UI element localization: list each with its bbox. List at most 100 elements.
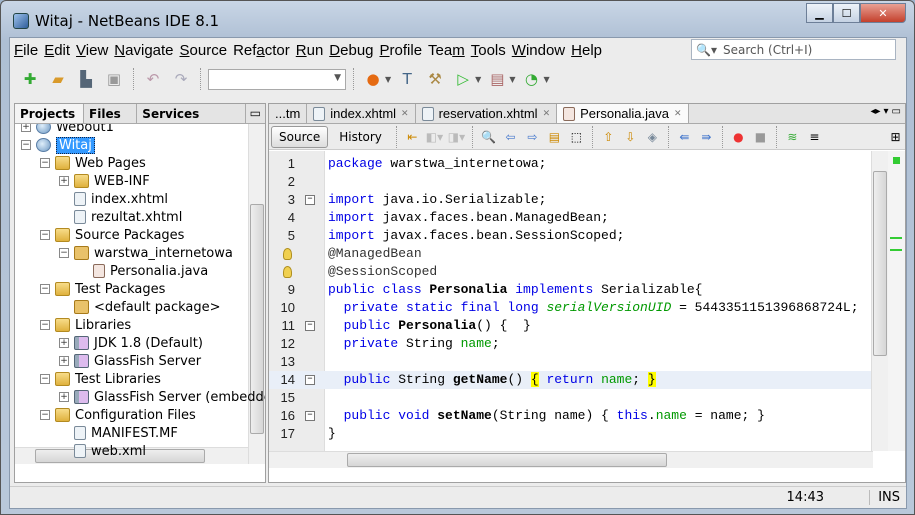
open-project-icon[interactable]: ▙ bbox=[74, 67, 98, 91]
code-line[interactable]: 9 public class Personalia implements Seri… bbox=[269, 281, 873, 299]
menu-debug[interactable]: Debug bbox=[329, 42, 373, 59]
collapse-icon[interactable]: − bbox=[21, 140, 31, 150]
tree-item[interactable]: + GlassFish Server (embedded) bbox=[59, 388, 265, 406]
build-icon[interactable]: T bbox=[395, 67, 419, 91]
fold-icon[interactable]: − bbox=[305, 375, 315, 385]
comment-icon[interactable]: ≋ bbox=[783, 128, 802, 146]
minimize-button[interactable]: ▁ bbox=[806, 3, 833, 23]
code-line[interactable]: 15 bbox=[269, 389, 873, 407]
code-line[interactable]: 11− public Personalia() { } bbox=[269, 317, 873, 335]
debug-icon[interactable]: ▤ bbox=[485, 67, 509, 91]
tree-item[interactable]: − Configuration Files bbox=[40, 406, 196, 424]
code-line[interactable]: 2 bbox=[269, 173, 873, 191]
run-icon[interactable]: ▷ bbox=[451, 67, 475, 91]
tab-files[interactable]: Files bbox=[84, 104, 138, 123]
tree-item[interactable]: + WEB-INF bbox=[59, 172, 150, 190]
tree-item[interactable]: − Source Packages bbox=[40, 226, 184, 244]
menu-file[interactable]: File bbox=[14, 42, 38, 59]
hint-bulb-icon[interactable] bbox=[283, 266, 292, 278]
code-line[interactable]: @ManagedBean bbox=[269, 245, 873, 263]
collapse-icon[interactable]: − bbox=[40, 320, 50, 330]
code-line[interactable]: 5 import javax.faces.bean.SessionScoped; bbox=[269, 227, 873, 245]
tree-item[interactable]: − Libraries bbox=[40, 316, 131, 334]
menu-edit[interactable]: Edit bbox=[44, 42, 70, 59]
menu-source[interactable]: Source bbox=[180, 42, 228, 59]
tree-item[interactable]: <default package> bbox=[59, 298, 221, 316]
tree-item[interactable]: MANIFEST.MF bbox=[59, 424, 178, 442]
editor-tab[interactable]: ...tm bbox=[269, 104, 308, 123]
browser-icon[interactable]: ● bbox=[361, 67, 385, 91]
start-macro-icon[interactable]: ● bbox=[729, 128, 748, 146]
tree-item[interactable]: − Witaj bbox=[21, 136, 95, 154]
tree-item[interactable]: web.xml bbox=[59, 442, 146, 460]
find-previous-icon[interactable]: ⇦ bbox=[501, 128, 520, 146]
expand-icon[interactable]: + bbox=[59, 176, 69, 186]
search-input[interactable]: 🔍▾ Search (Ctrl+I) bbox=[691, 39, 896, 60]
code-line[interactable]: 16− public void setName(String name) { t… bbox=[269, 407, 873, 425]
undo-icon[interactable]: ↶ bbox=[141, 67, 165, 91]
editor-tab[interactable]: index.xhtml ✕ bbox=[307, 104, 416, 123]
editor-tab[interactable]: Personalia.java ✕ bbox=[557, 104, 689, 123]
editor-tab[interactable]: reservation.xhtml ✕ bbox=[416, 104, 558, 123]
editor-horizontal-scrollbar[interactable] bbox=[269, 451, 873, 468]
uncomment-icon[interactable]: ≡ bbox=[805, 128, 824, 146]
tree-item[interactable]: Personalia.java bbox=[78, 262, 208, 280]
tree-item[interactable]: + JDK 1.8 (Default) bbox=[59, 334, 203, 352]
editor-vertical-scrollbar[interactable] bbox=[871, 151, 888, 451]
menu-run[interactable]: Run bbox=[296, 42, 324, 59]
code-editor[interactable]: 1 package warstwa_internetowa; 2 3− import j… bbox=[269, 151, 873, 451]
back-icon[interactable]: ◧▾ bbox=[425, 128, 444, 146]
close-tab-icon[interactable]: ✕ bbox=[401, 108, 409, 119]
expand-icon[interactable]: + bbox=[59, 338, 69, 348]
tree-item[interactable]: − Test Libraries bbox=[40, 370, 161, 388]
code-line[interactable]: 1 package warstwa_internetowa; bbox=[269, 155, 873, 173]
toggle-highlight-icon[interactable]: ▤ bbox=[545, 128, 564, 146]
collapse-icon[interactable]: − bbox=[40, 158, 50, 168]
menu-tools[interactable]: Tools bbox=[471, 42, 506, 59]
collapse-icon[interactable]: − bbox=[40, 374, 50, 384]
expand-icon[interactable]: + bbox=[21, 124, 31, 132]
menu-navigate[interactable]: Navigate bbox=[114, 42, 173, 59]
tab-source[interactable]: Source bbox=[271, 125, 329, 148]
menu-help[interactable]: Help bbox=[571, 42, 602, 59]
tab-projects[interactable]: Projects ✕ bbox=[15, 104, 85, 135]
forward-icon[interactable]: ◨▾ bbox=[447, 128, 466, 146]
rectangular-selection-icon[interactable]: ⬚ bbox=[567, 128, 586, 146]
collapse-icon[interactable]: − bbox=[40, 284, 50, 294]
tree-item[interactable]: rezultat.xhtml bbox=[59, 208, 182, 226]
previous-bookmark-icon[interactable]: ⇧ bbox=[599, 128, 618, 146]
fold-icon[interactable]: − bbox=[305, 411, 315, 421]
menu-refactor[interactable]: Refactor bbox=[233, 42, 290, 59]
code-line[interactable]: 12 private String name; bbox=[269, 335, 873, 353]
collapse-icon[interactable]: − bbox=[40, 230, 50, 240]
fold-icon[interactable]: − bbox=[305, 321, 315, 331]
maximize-editor-button[interactable]: ▭ bbox=[892, 106, 901, 121]
last-edit-icon[interactable]: ⇤ bbox=[403, 128, 422, 146]
expand-icon[interactable]: + bbox=[59, 356, 69, 366]
code-line[interactable]: 3− import java.io.Serializable; bbox=[269, 191, 873, 209]
stop-macro-icon[interactable]: ■ bbox=[751, 128, 770, 146]
new-file-icon[interactable]: ✚ bbox=[18, 67, 42, 91]
code-line[interactable]: @SessionScoped bbox=[269, 263, 873, 281]
tree-item[interactable]: − Web Pages bbox=[40, 154, 146, 172]
menu-window[interactable]: Window bbox=[512, 42, 565, 59]
menu-view[interactable]: View bbox=[76, 42, 108, 59]
tree-item[interactable]: + GlassFish Server bbox=[59, 352, 201, 370]
save-all-icon[interactable]: ▣ bbox=[102, 67, 126, 91]
tree-item[interactable]: − Test Packages bbox=[40, 280, 165, 298]
code-line[interactable]: 13 bbox=[269, 353, 873, 371]
maximize-button[interactable]: ☐ bbox=[833, 3, 860, 23]
hint-bulb-icon[interactable] bbox=[283, 248, 292, 260]
tree-item[interactable]: index.xhtml bbox=[59, 190, 168, 208]
close-tab-icon[interactable]: ✕ bbox=[543, 108, 551, 119]
tab-history[interactable]: History bbox=[331, 126, 390, 148]
scroll-tabs-button[interactable]: ◂▸ bbox=[870, 106, 880, 121]
shift-left-icon[interactable]: ⇚ bbox=[675, 128, 694, 146]
clean-build-icon[interactable]: ⚒ bbox=[423, 67, 447, 91]
new-project-icon[interactable]: ▰ bbox=[46, 67, 70, 91]
close-button[interactable]: ✕ bbox=[860, 3, 906, 23]
fold-icon[interactable]: − bbox=[305, 195, 315, 205]
find-next-icon[interactable]: ⇨ bbox=[523, 128, 542, 146]
config-combo[interactable]: ▼ bbox=[208, 68, 346, 90]
menu-profile[interactable]: Profile bbox=[380, 42, 423, 59]
